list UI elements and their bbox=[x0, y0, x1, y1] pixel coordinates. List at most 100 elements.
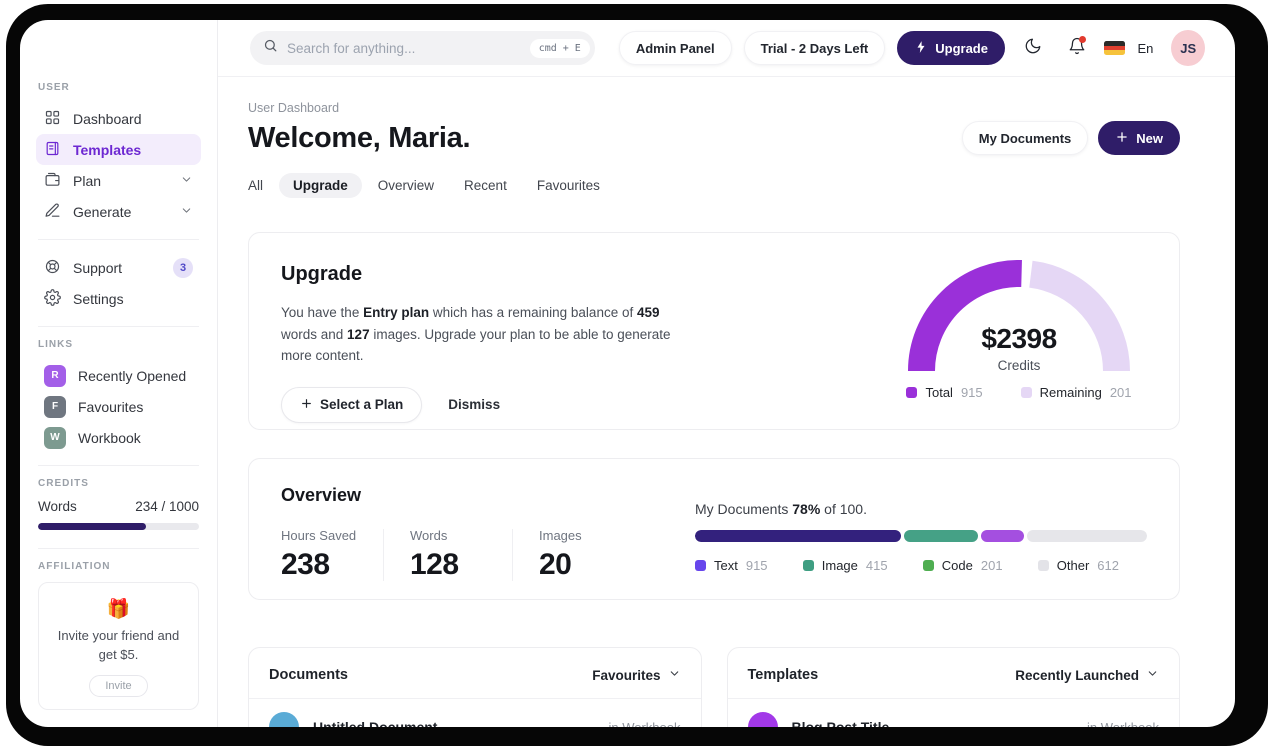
sidebar-section-links: LINKS bbox=[38, 339, 73, 350]
bar-segment-text bbox=[695, 530, 901, 542]
user-avatar[interactable]: JS bbox=[1171, 30, 1206, 66]
document-title: Untitled Document bbox=[313, 719, 438, 727]
divider bbox=[38, 239, 199, 240]
sidebar-item-templates[interactable]: Templates bbox=[36, 134, 201, 165]
search-input[interactable] bbox=[287, 40, 521, 56]
chevron-down-icon bbox=[180, 204, 193, 220]
filter-label: Recently Launched bbox=[1015, 667, 1139, 683]
link-avatar: F bbox=[44, 395, 66, 418]
sidebar-item-label: Dashboard bbox=[73, 110, 142, 127]
sidebar-item-support[interactable]: Support 3 bbox=[36, 252, 201, 283]
sidebar-link-favourites[interactable]: F Favourites bbox=[36, 391, 201, 422]
trial-label: Trial - 2 Days Left bbox=[760, 40, 869, 56]
legend-label: Total bbox=[925, 385, 953, 400]
divider bbox=[38, 326, 199, 327]
document-avatar bbox=[269, 712, 299, 727]
tab-overview[interactable]: Overview bbox=[378, 178, 434, 193]
chevron-down-icon bbox=[668, 667, 681, 683]
gift-icon: 🎁 bbox=[106, 599, 131, 620]
moon-icon bbox=[1024, 37, 1042, 60]
legend-value: 915 bbox=[960, 385, 983, 400]
my-documents-button[interactable]: My Documents bbox=[961, 121, 1089, 155]
flag-germany-icon bbox=[1104, 41, 1126, 55]
breadcrumb: User Dashboard bbox=[248, 101, 340, 115]
dark-mode-toggle[interactable] bbox=[1017, 31, 1049, 65]
overview-card: Overview Hours Saved 238 Words 128 Images 2… bbox=[248, 458, 1180, 600]
sidebar-section-affiliation: AFFILIATION bbox=[38, 561, 111, 572]
sidebar-item-label: Workbook bbox=[78, 429, 141, 446]
gauge-label: Credits bbox=[997, 358, 1041, 373]
sidebar-item-plan[interactable]: Plan bbox=[36, 165, 201, 196]
plus-icon bbox=[300, 397, 313, 413]
templates-filter-dropdown[interactable]: Recently Launched bbox=[1015, 667, 1159, 683]
dismiss-button[interactable]: Dismiss bbox=[448, 397, 500, 412]
sidebar-item-generate[interactable]: Generate bbox=[36, 196, 201, 227]
documents-progress: My Documents 78% of 100. Text 915 Image 41… bbox=[695, 501, 1147, 573]
sidebar-link-workbook[interactable]: W Workbook bbox=[36, 422, 201, 453]
language-label: En bbox=[1137, 40, 1154, 56]
my-documents-label: My Documents bbox=[978, 130, 1072, 146]
invite-button[interactable]: Invite bbox=[89, 674, 148, 697]
legend-swatch-code bbox=[922, 560, 934, 571]
stat-label: Images bbox=[539, 528, 582, 543]
tab-recent[interactable]: Recent bbox=[464, 178, 507, 193]
chevron-down-icon bbox=[1146, 667, 1159, 683]
progress-caption: My Documents 78% of 100. bbox=[695, 501, 867, 517]
legend-swatch-total bbox=[906, 387, 918, 398]
sidebar-item-label: Plan bbox=[73, 172, 102, 189]
bar-segment-image bbox=[903, 530, 979, 542]
select-plan-button[interactable]: Select a Plan bbox=[281, 386, 423, 423]
divider bbox=[383, 529, 384, 581]
trial-button[interactable]: Trial - 2 Days Left bbox=[743, 31, 886, 65]
language-switcher[interactable]: En bbox=[1104, 31, 1153, 65]
legend-label: Image bbox=[821, 558, 858, 573]
credits-gauge: $2398 Credits Total 915 Remaining 201 bbox=[899, 259, 1139, 400]
search-shortcut: cmd + E bbox=[529, 38, 590, 58]
template-location: in Workbook bbox=[1086, 719, 1159, 728]
tab-upgrade[interactable]: Upgrade bbox=[279, 173, 362, 198]
sidebar-item-label: Settings bbox=[73, 290, 124, 307]
document-location: in Workbook bbox=[608, 719, 681, 728]
stat-value: 20 bbox=[539, 548, 572, 581]
template-row[interactable]: Blog Post Title in Workbook bbox=[728, 699, 1180, 727]
pencil-icon bbox=[44, 202, 61, 222]
sidebar-item-dashboard[interactable]: Dashboard bbox=[36, 103, 201, 134]
upgrade-card: Upgrade You have the Entry plan which ha… bbox=[248, 232, 1180, 430]
sidebar-item-label: Recently Opened bbox=[78, 367, 187, 384]
divider bbox=[38, 548, 199, 549]
tab-all[interactable]: All bbox=[248, 178, 263, 193]
journal-icon bbox=[44, 140, 61, 160]
stat-label: Hours Saved bbox=[281, 528, 357, 543]
legend-value: 915 bbox=[745, 558, 768, 573]
upgrade-label: Upgrade bbox=[935, 40, 988, 56]
stacked-progress-bar bbox=[695, 530, 1147, 542]
upgrade-card-body: You have the Entry plan which has a rema… bbox=[281, 305, 671, 364]
document-row[interactable]: Untitled Document in Workbook bbox=[249, 699, 701, 727]
sidebar-link-recently-opened[interactable]: R Recently Opened bbox=[36, 360, 201, 391]
upgrade-button[interactable]: Upgrade bbox=[897, 31, 1005, 65]
grid-icon bbox=[44, 109, 61, 129]
legend-swatch-other bbox=[1037, 560, 1049, 571]
sidebar-item-settings[interactable]: Settings bbox=[36, 283, 201, 314]
documents-filter-dropdown[interactable]: Favourites bbox=[592, 667, 680, 683]
affiliation-card: 🎁 Invite your friend and get $5. Invite bbox=[38, 582, 199, 710]
legend-swatch-text bbox=[695, 560, 706, 571]
stat-value: 128 bbox=[410, 548, 459, 581]
tab-favourites[interactable]: Favourites bbox=[537, 178, 600, 193]
search-bar[interactable]: cmd + E bbox=[250, 31, 595, 65]
gauge-value: $2398 bbox=[981, 323, 1057, 354]
notifications-button[interactable] bbox=[1061, 31, 1093, 65]
admin-panel-button[interactable]: Admin Panel bbox=[618, 31, 732, 65]
documents-card-title: Documents bbox=[269, 667, 348, 683]
search-icon bbox=[263, 38, 278, 58]
legend-value: 612 bbox=[1097, 558, 1119, 573]
divider bbox=[38, 465, 199, 466]
legend-swatch-remaining bbox=[1020, 387, 1032, 398]
new-button[interactable]: New bbox=[1098, 121, 1180, 155]
sidebar-item-label: Generate bbox=[73, 203, 132, 220]
chevron-down-icon bbox=[180, 173, 193, 189]
legend-label: Text bbox=[714, 558, 738, 573]
divider bbox=[512, 529, 513, 581]
stat-label: Words bbox=[410, 528, 448, 543]
bar-segment-other bbox=[1027, 530, 1147, 542]
